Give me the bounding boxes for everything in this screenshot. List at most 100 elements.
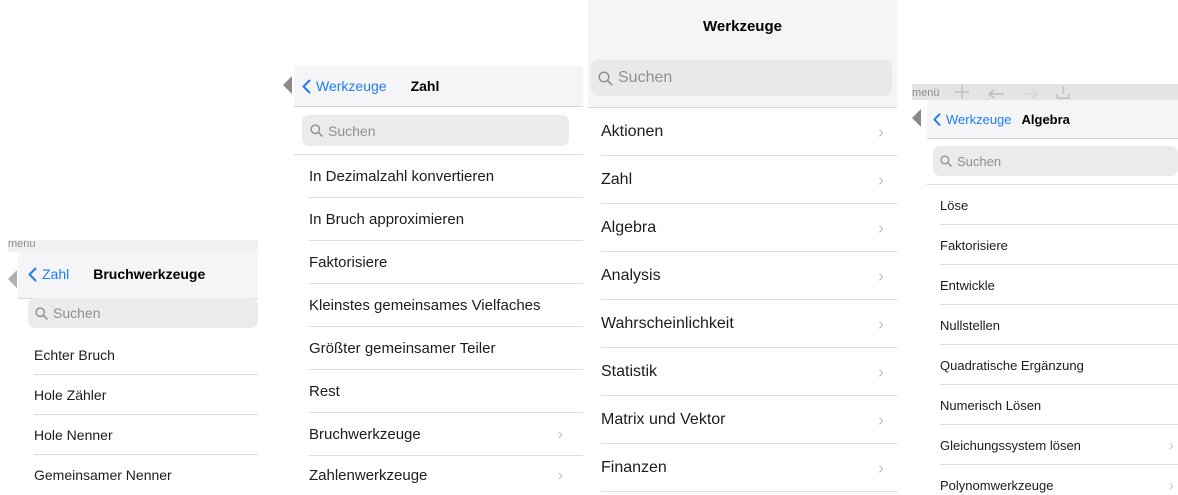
item-label: Algebra xyxy=(601,219,657,236)
menu-toolbar: menü xyxy=(912,84,1178,100)
list-item[interactable]: Matrix und Vektor › xyxy=(601,396,897,444)
item-label: Matrix und Vektor xyxy=(601,411,726,428)
chevron-right-icon: › xyxy=(878,121,884,142)
list-item[interactable]: Zahl › xyxy=(601,156,897,204)
search-icon xyxy=(598,70,613,86)
item-label: Finanzen xyxy=(601,459,667,476)
list-item[interactable]: Echter Bruch xyxy=(34,335,258,375)
item-label: Rest xyxy=(309,383,340,400)
popover-arrow xyxy=(912,109,921,127)
item-label: Zahl xyxy=(601,171,633,188)
back-button[interactable]: Werkzeuge xyxy=(302,78,387,94)
back-label: Zahl xyxy=(42,266,70,282)
list-item[interactable]: Bruchwerkzeuge › xyxy=(309,413,583,456)
item-label: Zahlenwerkzeuge xyxy=(309,467,428,484)
list-item[interactable]: Polynomwerkzeuge › xyxy=(940,465,1178,495)
item-label: Entwickle xyxy=(940,277,995,293)
search-icon xyxy=(35,306,48,320)
page-title: Bruchwerkzeuge xyxy=(93,266,206,282)
list-item[interactable]: In Dezimalzahl konvertieren xyxy=(309,155,583,198)
nav-header: Werkzeuge Algebra xyxy=(927,100,1178,139)
list-item[interactable]: Entwickle xyxy=(940,265,1178,305)
back-button[interactable]: Werkzeuge xyxy=(933,112,1012,127)
list-item[interactable]: Faktorisiere xyxy=(309,241,583,284)
nav-header: Zahl Bruchwerkzeuge xyxy=(18,250,258,299)
chevron-right-icon: › xyxy=(878,217,884,238)
chevron-right-icon: › xyxy=(878,265,884,286)
item-label: Gleichungssystem lösen xyxy=(940,437,1081,453)
panel-algebra: menü Werkzeuge Algebra Suchen Löse Fakto… xyxy=(912,84,1178,495)
list-item[interactable]: In Bruch approximieren xyxy=(309,198,583,241)
list-item[interactable]: Faktorisiere xyxy=(940,225,1178,265)
panel-zahl: Werkzeuge Zahl Suchen In Dezimalzahl kon… xyxy=(283,66,583,495)
chevron-right-icon: › xyxy=(557,466,563,484)
list-item[interactable]: Kleinstes gemeinsames Vielfaches xyxy=(309,284,583,327)
plus-icon[interactable] xyxy=(953,84,971,100)
list-item[interactable]: Numerisch Lösen xyxy=(940,385,1178,425)
chevron-right-icon: › xyxy=(878,457,884,478)
search-placeholder: Suchen xyxy=(53,305,101,321)
list-item[interactable]: Rest xyxy=(309,370,583,413)
nav-header: Werkzeuge xyxy=(588,0,897,52)
item-label: Hole Nenner xyxy=(34,427,113,443)
page-title: Werkzeuge xyxy=(703,17,782,35)
list-item[interactable]: Hole Nenner xyxy=(34,415,258,455)
list-item[interactable]: Gleichungssystem lösen › xyxy=(940,425,1178,465)
list-item[interactable]: Algebra › xyxy=(601,204,897,252)
search-field[interactable]: Suchen xyxy=(28,298,258,328)
search-placeholder: Suchen xyxy=(618,69,673,86)
panel-werkzeuge: Werkzeuge Suchen Aktionen › Zahl › Algeb… xyxy=(588,0,897,495)
item-label: Größter gemeinsamer Teiler xyxy=(309,340,496,357)
item-label: Wahrscheinlichkeit xyxy=(601,315,734,332)
redo-icon[interactable] xyxy=(1020,84,1040,100)
page-title: Zahl xyxy=(410,78,440,94)
popover-arrow xyxy=(8,270,17,288)
chevron-left-icon xyxy=(28,267,37,281)
menu-strip-label: menu xyxy=(8,240,36,250)
chevron-left-icon xyxy=(933,112,941,126)
list-item[interactable]: Größter gemeinsamer Teiler xyxy=(309,327,583,370)
item-label: Nullstellen xyxy=(940,317,1000,333)
chevron-right-icon: › xyxy=(878,169,884,190)
undo-icon[interactable] xyxy=(986,84,1006,100)
chevron-right-icon: › xyxy=(878,409,884,430)
list-item[interactable]: Quadratische Ergänzung xyxy=(940,345,1178,385)
list-item[interactable]: Hole Zähler xyxy=(34,375,258,415)
back-button[interactable]: Zahl xyxy=(28,266,69,282)
item-label: Polynomwerkzeuge xyxy=(940,477,1054,493)
search-icon xyxy=(310,124,323,137)
search-field[interactable]: Suchen xyxy=(933,146,1178,176)
list-item[interactable]: Zahlenwerkzeuge › xyxy=(309,456,583,495)
list-item[interactable]: Wahrscheinlichkeit › xyxy=(601,300,897,348)
search-field[interactable]: Suchen xyxy=(302,115,569,146)
item-label: Kleinstes gemeinsames Vielfaches xyxy=(309,297,541,314)
nav-header: Werkzeuge Zahl xyxy=(294,66,583,107)
item-label: Statistik xyxy=(601,363,658,380)
item-label: In Dezimalzahl konvertieren xyxy=(309,168,495,185)
share-icon[interactable] xyxy=(1053,84,1073,100)
item-label: Echter Bruch xyxy=(34,347,115,363)
chevron-right-icon: › xyxy=(878,313,884,334)
list-item[interactable]: Gemeinsamer Nenner xyxy=(34,455,258,495)
chevron-right-icon: › xyxy=(878,361,884,382)
back-label: Werkzeuge xyxy=(316,78,387,94)
item-label: Bruchwerkzeuge xyxy=(309,426,421,443)
list-item[interactable]: Finanzen › xyxy=(601,444,897,492)
list-item[interactable]: Analysis › xyxy=(601,252,897,300)
divider xyxy=(601,491,897,492)
list-item[interactable]: Nullstellen xyxy=(940,305,1178,345)
search-field[interactable]: Suchen xyxy=(591,60,892,96)
item-label: Numerisch Lösen xyxy=(940,397,1042,413)
item-label: Analysis xyxy=(601,267,661,284)
chevron-right-icon: › xyxy=(557,425,563,443)
list-item[interactable]: Statistik › xyxy=(601,348,897,396)
page-title: Algebra xyxy=(1021,111,1070,127)
search-icon xyxy=(940,155,952,167)
menu-toolbar-label: menü xyxy=(912,87,940,99)
panel-bruchwerkzeuge: menu Zahl Bruchwerkzeuge Suchen Echter B… xyxy=(8,240,258,495)
list-item[interactable]: Löse xyxy=(940,185,1178,225)
item-label: Aktionen xyxy=(601,123,664,140)
back-label: Werkzeuge xyxy=(946,111,1012,127)
item-label: Faktorisiere xyxy=(940,237,1008,253)
list-item[interactable]: Aktionen › xyxy=(601,108,897,156)
